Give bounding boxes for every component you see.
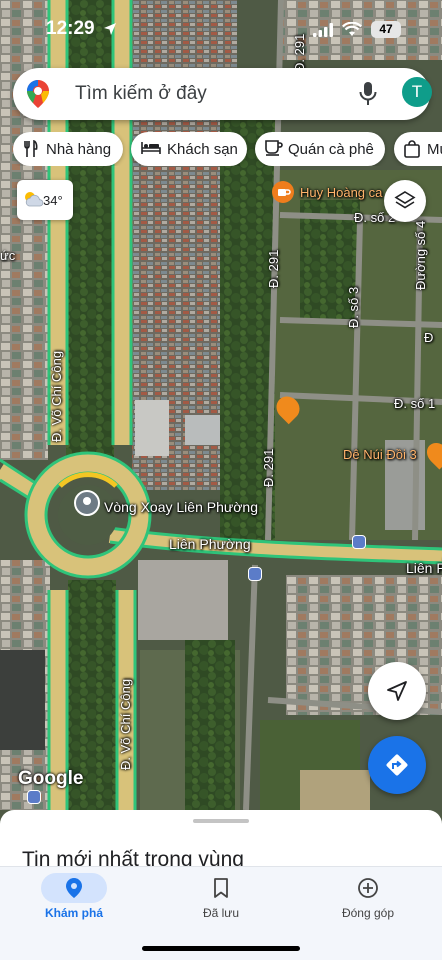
navigation-arrow-icon (387, 681, 407, 701)
road-label-so-4: Đường số 4 (413, 220, 428, 290)
weather-badge[interactable]: 34° (17, 180, 73, 220)
roundabout-pin-icon[interactable] (74, 490, 100, 516)
search-input[interactable]: Tìm kiếm ở đây (75, 83, 207, 105)
coffee-icon (265, 140, 283, 156)
layers-icon (394, 191, 416, 209)
place-label-fragment: ức (0, 248, 16, 263)
road-label-lien-phuong: Liên Phường (169, 536, 251, 552)
chip-shopping[interactable]: Mu (394, 132, 442, 166)
category-chips: Nhà hàng Khách sạn Quán cà phê Mu (13, 132, 442, 166)
my-location-button[interactable] (368, 662, 426, 720)
road-label-d: Đ (424, 330, 434, 345)
status-bar: 12:29 47 (0, 0, 442, 60)
place-label-roundabout[interactable]: Vòng Xoay Liên Phường (104, 499, 258, 515)
status-time: 12:29 (46, 18, 95, 39)
chip-label: Mu (427, 141, 442, 158)
chip-restaurants[interactable]: Nhà hàng (13, 132, 123, 166)
wifi-icon (342, 22, 362, 36)
place-label-de-nui[interactable]: Dê Núi Đồi 3 (343, 447, 417, 462)
nav-contribute[interactable]: Đóng góp (308, 867, 428, 927)
bed-icon (141, 142, 161, 154)
directions-icon (386, 754, 408, 776)
road-label-d291: Đ. 291 (266, 249, 281, 288)
chip-coffee[interactable]: Quán cà phê (255, 132, 385, 166)
google-attribution: Google (18, 768, 84, 789)
directions-button[interactable] (368, 736, 426, 794)
chip-label: Nhà hàng (46, 141, 112, 158)
road-label-d291: Đ. 291 (261, 448, 276, 487)
bus-stop-icon[interactable] (27, 790, 41, 804)
shopping-bag-icon (404, 140, 420, 158)
sheet-drag-handle[interactable] (193, 819, 249, 823)
place-label-huy-hoang[interactable]: Huy Hoàng ca (300, 185, 382, 200)
cellular-signal-icon (313, 23, 333, 37)
nav-label: Đã lưu (202, 906, 240, 920)
account-avatar[interactable]: T (402, 77, 432, 107)
chip-label: Khách sạn (167, 141, 238, 158)
nav-explore[interactable]: Khám phá (14, 867, 134, 927)
bus-stop-icon[interactable] (352, 535, 366, 549)
road-label-vo-chi-cong: Đ. Võ Chí Công (118, 678, 133, 770)
chip-label: Quán cà phê (288, 141, 374, 158)
road-label-so-1: Đ. số 1 (394, 396, 436, 411)
nav-label: Khám phá (44, 906, 103, 920)
road-label-lien-phuong-east: Liên P (406, 560, 442, 576)
temperature: 34° (43, 193, 63, 208)
microphone-icon[interactable] (358, 81, 378, 107)
cafe-poi-icon[interactable] (272, 181, 294, 203)
road-label-so-3: Đ. số 3 (346, 286, 361, 328)
partly-cloudy-icon (25, 192, 43, 207)
fork-knife-icon (24, 140, 38, 157)
nav-saved[interactable]: Đã lưu (161, 867, 281, 927)
bookmark-icon (214, 878, 228, 898)
nav-label: Đóng góp (341, 906, 395, 920)
location-arrow-icon (104, 23, 116, 35)
bus-stop-icon[interactable] (248, 567, 262, 581)
google-maps-logo-icon (27, 80, 49, 108)
home-indicator (142, 946, 300, 951)
search-bar[interactable]: Tìm kiếm ở đây T (13, 68, 432, 120)
explore-pin-icon (66, 878, 82, 898)
road-label-vo-chi-cong: Đ. Võ Chí Công (49, 350, 64, 442)
battery-indicator: 47 (371, 21, 401, 38)
add-circle-icon (358, 878, 378, 898)
layers-button[interactable] (384, 180, 426, 222)
chip-hotels[interactable]: Khách sạn (131, 132, 247, 166)
